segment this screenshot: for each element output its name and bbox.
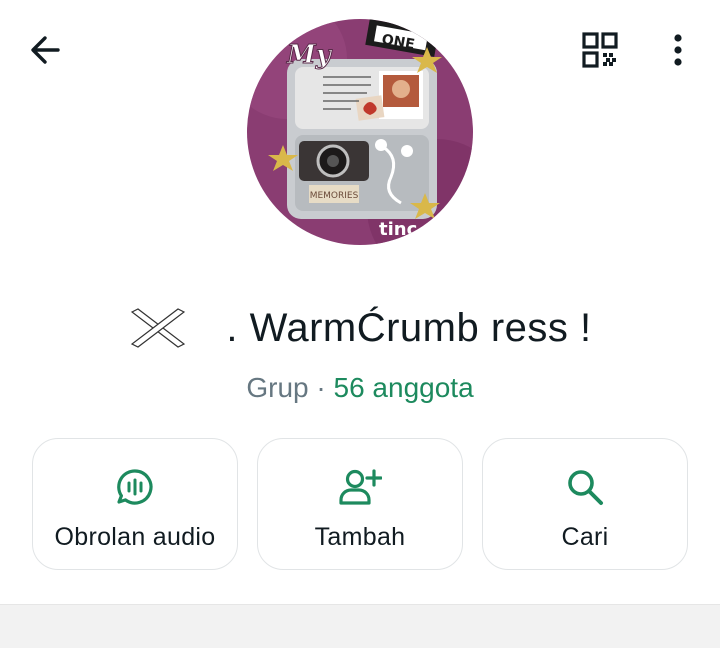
- group-name-row[interactable]: . WarmĆrumb ress !: [0, 298, 720, 358]
- arrow-left-icon: [31, 36, 60, 64]
- memories-label: MEMORIES: [310, 191, 359, 201]
- search-label: Cari: [561, 523, 609, 551]
- add-person-icon: [338, 465, 382, 509]
- avatar-watermark: tinc: [379, 219, 417, 240]
- search-icon: [563, 465, 607, 509]
- add-member-button[interactable]: Tambah: [257, 438, 463, 570]
- crossed-lines-icon: [131, 308, 186, 348]
- section-divider: [0, 604, 720, 648]
- avatar-image: MEMORIES ONE My tinc: [247, 19, 473, 245]
- action-buttons: Obrolan audio Tambah Cari: [32, 438, 688, 572]
- group-avatar[interactable]: MEMORIES ONE My tinc: [247, 19, 473, 245]
- search-button[interactable]: Cari: [482, 438, 688, 570]
- member-count-link[interactable]: 56 anggota: [334, 372, 474, 403]
- group-name: . WarmĆrumb ress !: [226, 305, 592, 350]
- subtitle-separator: ·: [316, 372, 326, 403]
- qr-code-button[interactable]: [568, 22, 632, 78]
- audio-chat-button[interactable]: Obrolan audio: [32, 438, 238, 570]
- group-info-screen: MEMORIES ONE My tinc . WarmĆrumb ress !: [0, 0, 720, 648]
- more-options-button[interactable]: [650, 22, 706, 78]
- add-member-label: Tambah: [314, 523, 406, 551]
- audio-chat-label: Obrolan audio: [54, 523, 216, 551]
- back-button[interactable]: [14, 22, 78, 78]
- group-type: Grup: [246, 372, 309, 403]
- more-vertical-icon: [674, 34, 682, 66]
- group-subtitle: Grup · 56 anggota: [0, 368, 720, 408]
- my-text: My: [286, 40, 333, 70]
- qr-code-icon: [582, 32, 618, 68]
- audio-chat-icon: [113, 465, 157, 509]
